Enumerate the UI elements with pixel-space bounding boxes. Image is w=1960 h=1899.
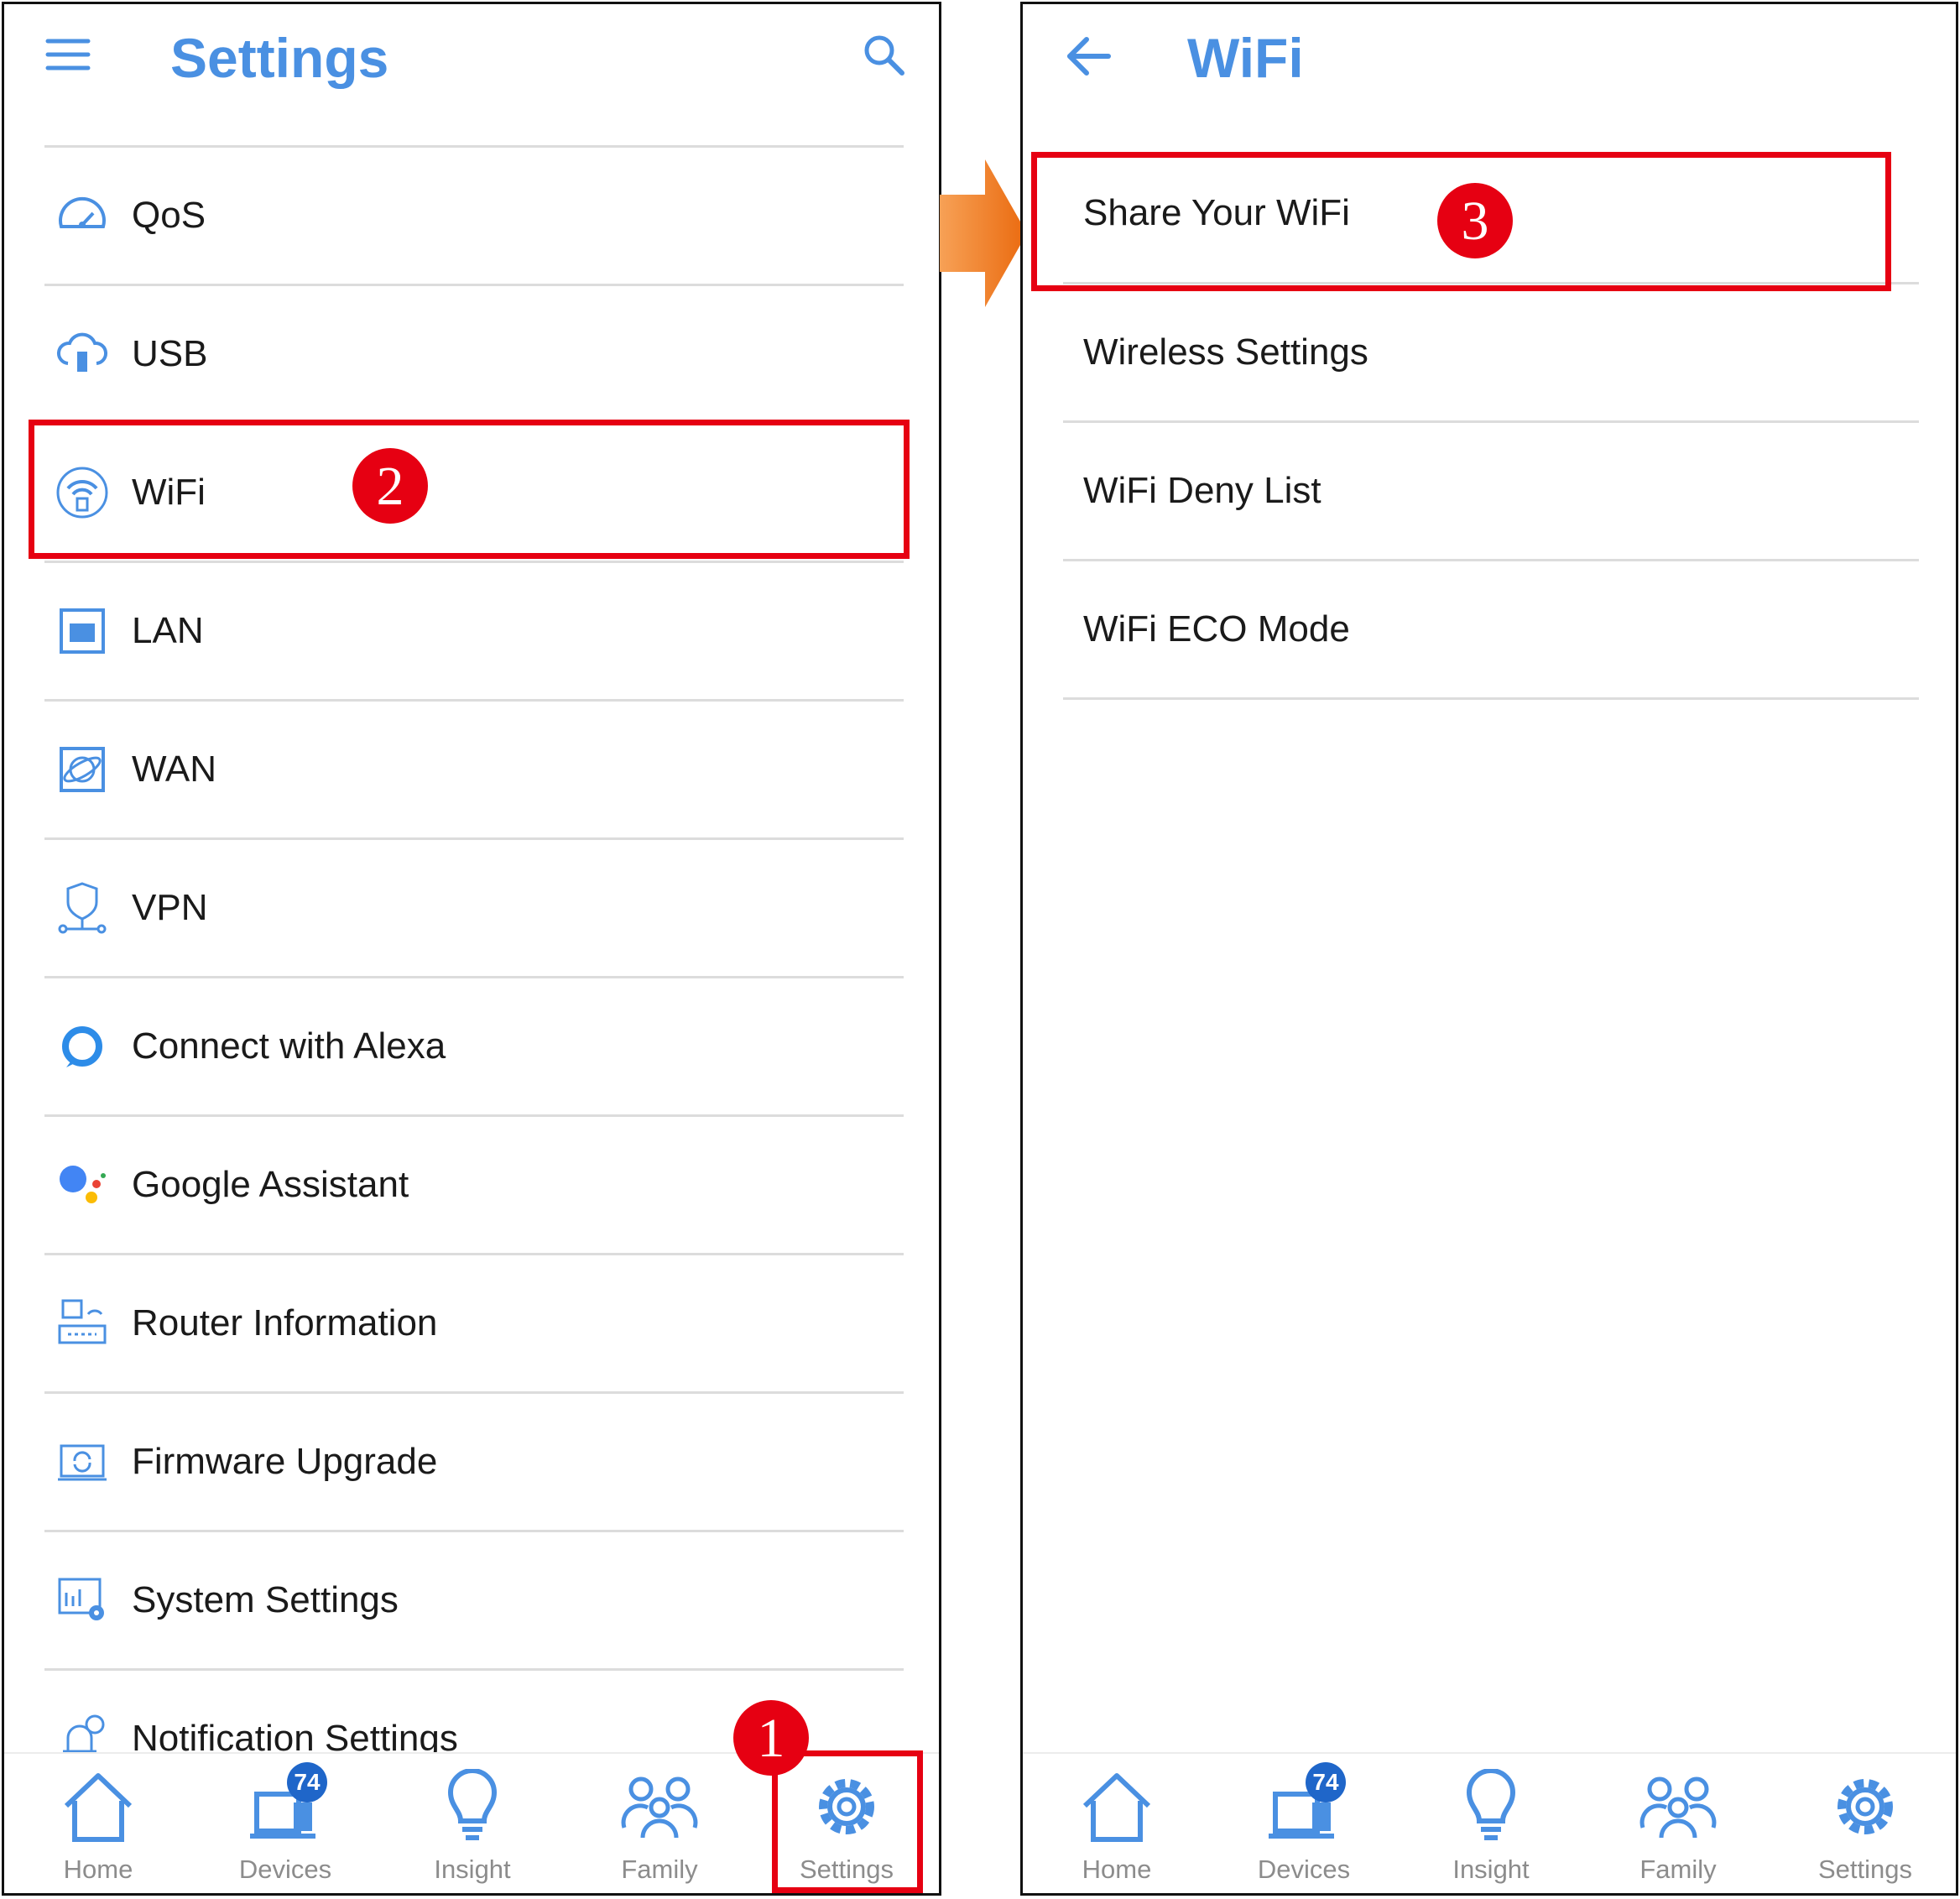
page-title: Settings — [170, 27, 389, 89]
family-icon — [621, 1776, 698, 1839]
settings-item-vpn[interactable]: VPN — [44, 837, 904, 975]
nav-family[interactable]: Family — [576, 1754, 743, 1893]
settings-item-label: VPN — [132, 886, 208, 928]
nav-label: Family — [1639, 1855, 1717, 1884]
devices-count-badge: 74 — [1306, 1762, 1346, 1802]
step-badge-1: 1 — [733, 1700, 809, 1776]
settings-screen: Settings QoS USB WiFi LAN WAN VPN Connec… — [2, 2, 941, 1896]
wifi-item-label: Wireless Settings — [1083, 331, 1368, 373]
step-badge-2: 2 — [352, 448, 428, 524]
settings-item-qos[interactable]: QoS — [44, 145, 904, 283]
nav-label: Devices — [1257, 1855, 1351, 1884]
settings-item-label: Google Assistant — [132, 1163, 409, 1205]
settings-item-label: LAN — [132, 609, 204, 651]
wifi-item-label: WiFi ECO Mode — [1083, 608, 1350, 650]
nav-label: Family — [621, 1855, 698, 1884]
usb-cloud-icon — [55, 326, 110, 382]
alexa-icon — [55, 1019, 110, 1074]
firmware-upgrade-icon — [55, 1434, 110, 1489]
page-title: WiFi — [1187, 27, 1304, 89]
wan-globe-icon — [55, 742, 110, 797]
lan-port-icon — [55, 603, 110, 659]
wifi-item-wireless-settings[interactable]: Wireless Settings — [1063, 284, 1919, 423]
back-arrow-icon[interactable] — [1065, 34, 1112, 82]
settings-item-label: QoS — [132, 194, 206, 236]
settings-item-google-assistant[interactable]: Google Assistant — [44, 1114, 904, 1252]
transition-arrow — [940, 159, 1027, 307]
settings-item-label: Router Information — [132, 1302, 438, 1343]
nav-family[interactable]: Family — [1594, 1754, 1762, 1893]
vpn-shield-icon — [55, 880, 110, 936]
settings-item-alexa[interactable]: Connect with Alexa — [44, 976, 904, 1114]
system-settings-icon — [55, 1573, 110, 1628]
step-badge-3: 3 — [1437, 183, 1513, 258]
highlight-wifi-item — [29, 420, 910, 559]
settings-item-system-settings[interactable]: System Settings — [44, 1530, 904, 1667]
router-info-icon — [55, 1296, 110, 1351]
nav-label: Home — [63, 1855, 133, 1884]
wifi-item-label: WiFi Deny List — [1083, 470, 1321, 511]
gear-icon — [1838, 1779, 1893, 1834]
google-assistant-icon — [55, 1157, 110, 1213]
devices-count-badge: 74 — [287, 1762, 327, 1802]
family-icon — [1639, 1776, 1717, 1839]
nav-label: Insight — [1452, 1855, 1530, 1884]
speedometer-icon — [55, 188, 110, 243]
lightbulb-icon — [447, 1769, 498, 1840]
nav-insight[interactable]: Insight — [1407, 1754, 1575, 1893]
highlight-settings-nav — [772, 1750, 923, 1893]
settings-item-usb[interactable]: USB — [44, 284, 904, 421]
bottom-nav: Home 74 Devices Insight Family Settings — [1023, 1752, 1956, 1893]
home-icon — [64, 1773, 133, 1842]
search-icon[interactable] — [862, 33, 907, 82]
nav-label: Settings — [1817, 1855, 1912, 1884]
nav-label: Home — [1082, 1855, 1152, 1884]
lightbulb-icon — [1466, 1769, 1516, 1840]
wifi-item-deny-list[interactable]: WiFi Deny List — [1063, 423, 1919, 561]
settings-item-label: Firmware Upgrade — [132, 1440, 438, 1482]
settings-item-label: Connect with Alexa — [132, 1025, 446, 1067]
settings-item-wan[interactable]: WAN — [44, 699, 904, 837]
nav-settings[interactable]: Settings — [1781, 1754, 1949, 1893]
nav-devices[interactable]: 74 Devices — [1220, 1754, 1388, 1893]
settings-item-lan[interactable]: LAN — [44, 561, 904, 698]
settings-item-firmware-upgrade[interactable]: Firmware Upgrade — [44, 1391, 904, 1529]
nav-home[interactable]: Home — [1033, 1754, 1201, 1893]
settings-item-label: WAN — [132, 748, 217, 790]
home-icon — [1082, 1773, 1151, 1842]
wifi-item-eco-mode[interactable]: WiFi ECO Mode — [1063, 561, 1919, 700]
settings-item-router-information[interactable]: Router Information — [44, 1253, 904, 1390]
menu-icon[interactable] — [44, 36, 91, 77]
nav-home[interactable]: Home — [14, 1754, 182, 1893]
settings-item-label: System Settings — [132, 1578, 399, 1620]
settings-item-label: USB — [132, 332, 208, 374]
nav-devices[interactable]: 74 Devices — [201, 1754, 369, 1893]
nav-label: Insight — [434, 1855, 511, 1884]
nav-label: Devices — [238, 1855, 332, 1884]
nav-insight[interactable]: Insight — [388, 1754, 556, 1893]
